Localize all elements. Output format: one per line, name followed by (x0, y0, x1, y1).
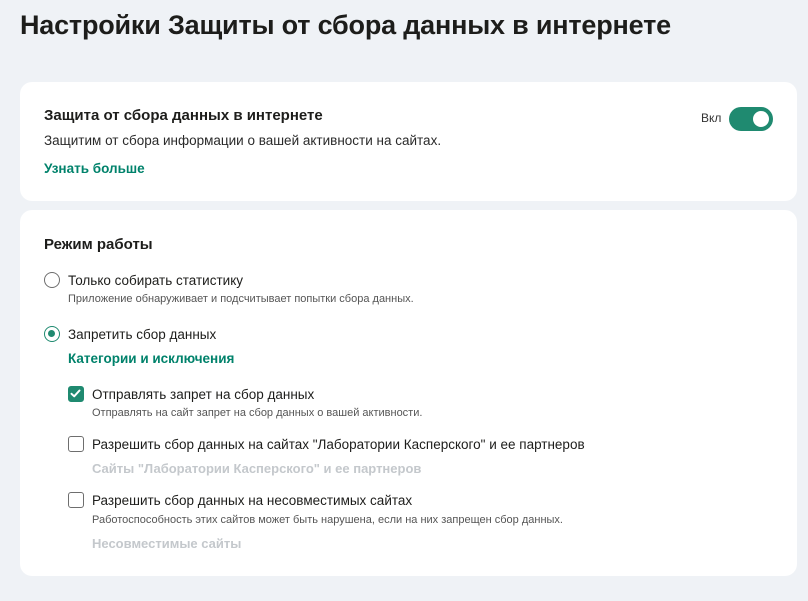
incompatible-sites-link: Несовместимые сайты (92, 536, 242, 551)
checkbox[interactable] (68, 386, 84, 402)
radio-button[interactable] (44, 326, 60, 342)
kaspersky-sites-link: Сайты "Лаборатории Касперского" и ее пар… (92, 461, 422, 476)
radio-description: Приложение обнаруживает и подсчитывает п… (68, 293, 414, 305)
protection-description: Защитим от сбора информации о вашей акти… (44, 133, 442, 148)
checkbox-label: Разрешить сбор данных на несовместимых с… (92, 492, 413, 508)
mode-title: Режим работы (44, 236, 153, 253)
radio-label: Только собирать статистику (68, 272, 243, 288)
checkbox-send-dnt[interactable]: Отправлять запрет на сбор данных (68, 386, 314, 402)
protection-toggle[interactable] (729, 107, 773, 131)
radio-label: Запретить сбор данных (68, 326, 217, 342)
checkbox[interactable] (68, 436, 84, 452)
checkbox-label: Разрешить сбор данных на сайтах "Лаборат… (92, 436, 585, 452)
check-icon (70, 389, 81, 398)
mode-card: Режим работы Только собирать статистику … (20, 210, 797, 576)
radio-block-collection[interactable]: Запретить сбор данных (44, 326, 216, 342)
checkbox-description: Работоспособность этих сайтов может быть… (92, 514, 563, 526)
toggle-knob (753, 111, 769, 127)
page-title: Настройки Защиты от сбора данных в интер… (20, 10, 671, 40)
checkbox-allow-kaspersky-sites[interactable]: Разрешить сбор данных на сайтах "Лаборат… (68, 436, 585, 452)
radio-collect-statistics[interactable]: Только собирать статистику (44, 272, 243, 288)
radio-button[interactable] (44, 272, 60, 288)
protection-card: Защита от сбора данных в интернете Защит… (20, 82, 797, 201)
toggle-state-label: Вкл (701, 111, 722, 125)
checkbox-description: Отправлять на сайт запрет на сбор данных… (92, 407, 423, 419)
checkbox-label: Отправлять запрет на сбор данных (92, 386, 315, 402)
checkbox-allow-incompatible-sites[interactable]: Разрешить сбор данных на несовместимых с… (68, 492, 412, 508)
checkbox[interactable] (68, 492, 84, 508)
categories-exceptions-link[interactable]: Категории и исключения (68, 351, 234, 366)
protection-title: Защита от сбора данных в интернете (44, 107, 323, 124)
learn-more-link[interactable]: Узнать больше (44, 161, 145, 176)
